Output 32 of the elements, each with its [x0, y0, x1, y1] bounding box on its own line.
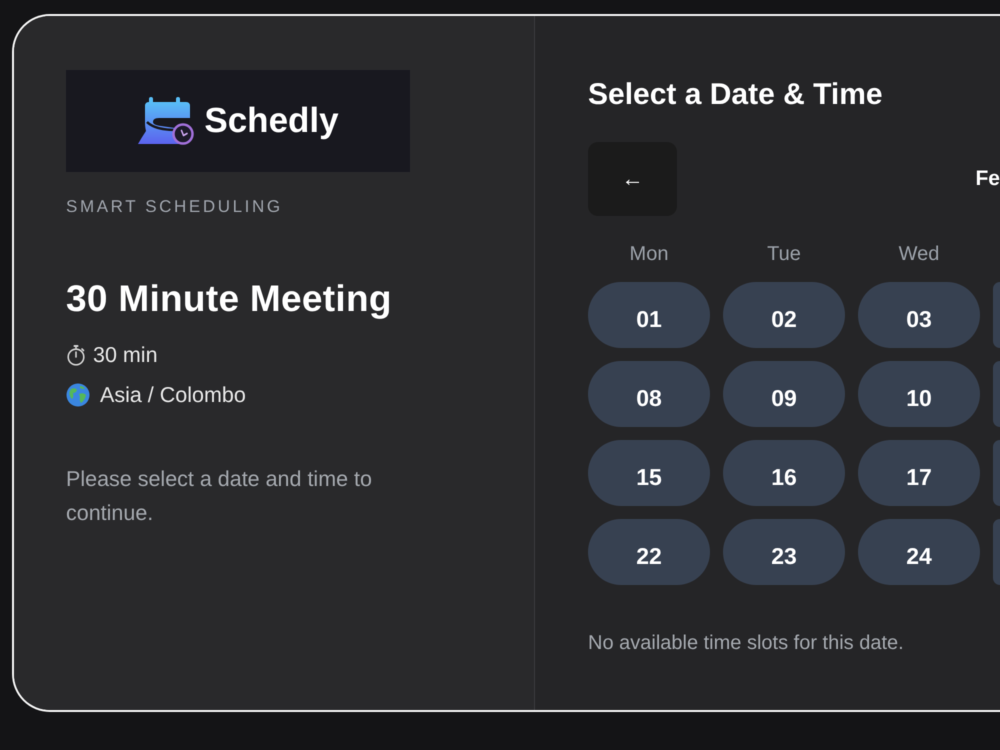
day-button[interactable]: 03: [858, 282, 980, 348]
day-button[interactable]: [993, 440, 1000, 506]
day-button[interactable]: 10: [858, 361, 980, 427]
day-button[interactable]: 02: [723, 282, 845, 348]
instruction-text: Please select a date and time to continue.: [66, 466, 373, 527]
previous-month-button[interactable]: ←: [588, 142, 677, 216]
weekday-label: Mon: [630, 242, 668, 266]
day-button[interactable]: 17: [858, 440, 980, 506]
event-title: 30 Minute Meeting: [66, 278, 392, 320]
day-button[interactable]: [993, 519, 1000, 585]
day-button[interactable]: 09: [723, 361, 845, 427]
event-duration: 30 min: [93, 342, 158, 368]
empty-slots-message: No available time slots for this date.: [588, 631, 904, 655]
brand-tagline: SMART SCHEDULING: [66, 197, 283, 217]
day-button[interactable]: [993, 361, 1000, 427]
day-button[interactable]: 23: [723, 519, 845, 585]
weekday-label: Wed: [898, 242, 940, 266]
event-timezone: Asia / Colombo: [100, 382, 246, 408]
brand-name: Schedly: [204, 101, 339, 141]
day-button[interactable]: 15: [588, 440, 710, 506]
month-label: Fe: [975, 166, 1000, 192]
calendar-clock-logo-icon: [137, 97, 196, 145]
weekday-label: Tue: [767, 242, 801, 266]
day-button[interactable]: 08: [588, 361, 710, 427]
day-button[interactable]: 22: [588, 519, 710, 585]
globe-icon: [66, 383, 90, 407]
section-title: Select a Date & Time: [588, 77, 883, 113]
day-button[interactable]: [993, 282, 1000, 348]
stopwatch-icon: [66, 344, 86, 366]
day-button[interactable]: 16: [723, 440, 845, 506]
day-button[interactable]: 24: [858, 519, 980, 585]
day-button[interactable]: 01: [588, 282, 710, 348]
